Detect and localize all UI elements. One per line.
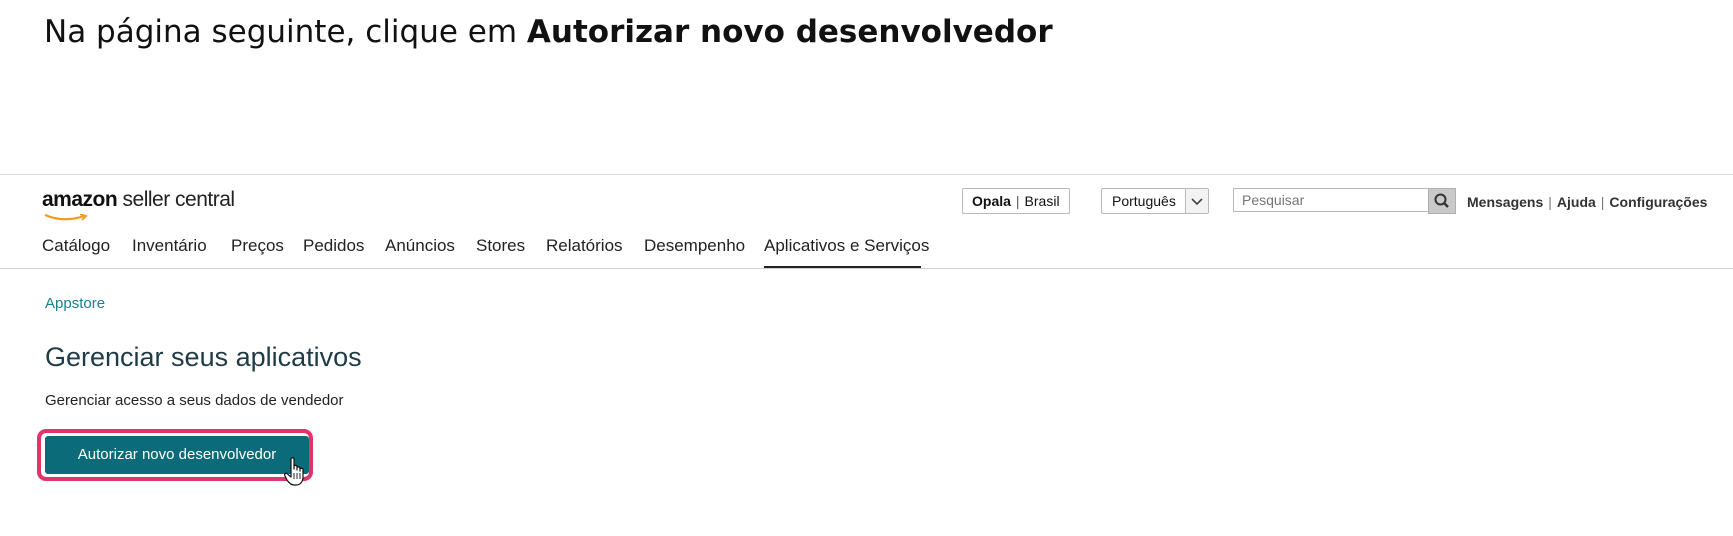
page-title: Gerenciar seus aplicativos	[45, 342, 362, 372]
search-icon	[1434, 193, 1449, 208]
header-links: Mensagens | Ajuda | Configurações	[1467, 194, 1708, 210]
authorize-new-developer-button[interactable]: Autorizar novo desenvolvedor	[45, 436, 309, 474]
nav-item-inventario[interactable]: Inventário	[132, 236, 207, 256]
language-select[interactable]: Português	[1101, 188, 1209, 214]
search-input[interactable]	[1233, 188, 1428, 212]
instruction-bold: Autorizar novo desenvolvedor	[526, 14, 1053, 50]
nav-item-stores[interactable]: Stores	[476, 236, 525, 256]
breadcrumb-appstore[interactable]: Appstore	[45, 295, 105, 312]
help-link[interactable]: Ajuda	[1557, 194, 1596, 210]
top-divider	[0, 174, 1733, 175]
store-selector[interactable]: Opala | Brasil	[962, 188, 1070, 214]
nav-item-precos[interactable]: Preços	[231, 236, 284, 256]
nav-item-desempenho[interactable]: Desempenho	[644, 236, 745, 256]
store-region: Brasil	[1024, 193, 1060, 209]
store-name: Opala	[972, 193, 1011, 209]
language-value: Português	[1112, 193, 1176, 209]
instruction-text: Na página seguinte, clique em Autorizar …	[44, 14, 1053, 50]
amazon-smile-logo-icon	[44, 214, 88, 221]
chevron-down-icon	[1185, 189, 1208, 213]
page-subtitle: Gerenciar acesso a seus dados de vendedo…	[45, 392, 344, 409]
nav-item-pedidos[interactable]: Pedidos	[303, 236, 364, 256]
nav-item-aplicativos-e-servicos[interactable]: Aplicativos e Serviços	[764, 236, 929, 256]
seller-central-screenshot: amazon seller central Opala | Brasil Portu…	[0, 174, 1733, 536]
nav-item-relatorios[interactable]: Relatórios	[546, 236, 623, 256]
amazon-seller-central-logo[interactable]: amazon seller central	[42, 188, 235, 212]
messages-link[interactable]: Mensagens	[1467, 194, 1543, 210]
nav-item-catalogo[interactable]: Catálogo	[42, 236, 110, 256]
header-divider	[0, 268, 1733, 269]
settings-link[interactable]: Configurações	[1609, 194, 1707, 210]
nav-item-anuncios[interactable]: Anúncios	[385, 236, 455, 256]
search-button[interactable]	[1428, 188, 1456, 214]
hand-pointer-icon	[284, 457, 304, 486]
